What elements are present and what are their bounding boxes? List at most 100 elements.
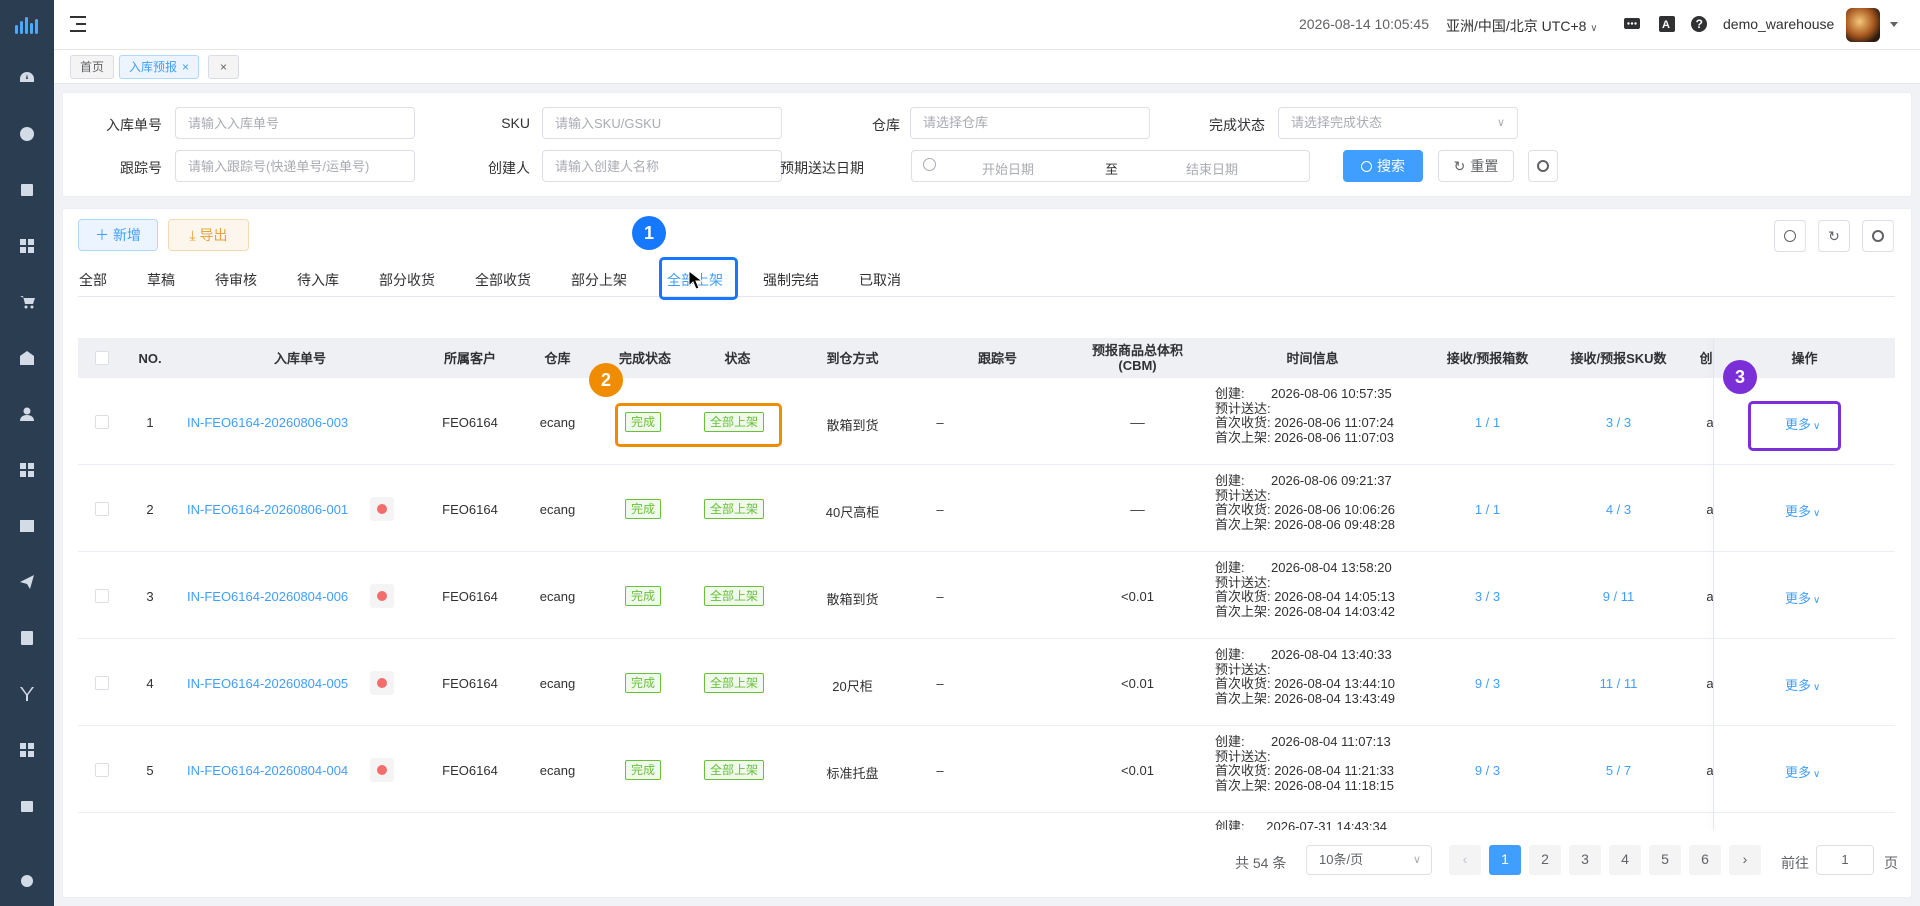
table-refresh-button[interactable]: ↻ — [1818, 220, 1850, 252]
sku-input[interactable] — [542, 107, 782, 139]
tab-partial-received[interactable]: 部分收货 — [379, 270, 435, 290]
row-boxes[interactable]: 1 / 1 — [1425, 415, 1550, 430]
page-size-select[interactable]: 10条/页 ∨ — [1306, 845, 1432, 875]
inbound-no-link[interactable]: IN-FEO6164-20260804-004 — [187, 763, 348, 778]
dashboard-icon[interactable] — [18, 69, 36, 87]
warning-icon[interactable] — [370, 757, 394, 782]
tab-partial-shelved[interactable]: 部分上架 — [571, 270, 627, 290]
page-button[interactable]: 5 — [1649, 845, 1681, 875]
more-actions-dropdown[interactable]: 更多 ∨ — [1785, 588, 1820, 607]
row-boxes[interactable]: 3 / 3 — [1425, 589, 1550, 604]
document-icon[interactable] — [18, 181, 36, 199]
warehouse-icon[interactable] — [18, 349, 36, 367]
warning-icon[interactable] — [370, 583, 394, 608]
settings-gear-icon[interactable] — [18, 872, 36, 890]
completion-select[interactable]: 请选择完成状态 ∨ — [1278, 107, 1518, 139]
warning-icon[interactable] — [370, 670, 394, 695]
creator-input[interactable] — [542, 150, 782, 182]
row-boxes[interactable]: 1 / 1 — [1425, 502, 1550, 517]
more-actions-dropdown[interactable]: 更多 ∨ — [1785, 675, 1820, 694]
table-icon[interactable] — [18, 517, 36, 535]
grid-icon[interactable] — [18, 461, 36, 479]
tag-inbound-forecast[interactable]: 入库预报 × — [119, 55, 200, 79]
row-skus[interactable]: 9 / 11 — [1556, 589, 1681, 604]
row-skus[interactable]: 11 / 11 — [1556, 676, 1681, 691]
tab-all[interactable]: 全部 — [79, 270, 107, 290]
time-first-recv: 2026-08-06 11:07:24 — [1274, 415, 1394, 430]
filter-settings-button[interactable] — [1528, 150, 1558, 182]
row-checkbox[interactable] — [95, 675, 109, 690]
row-checkbox[interactable] — [95, 501, 109, 516]
row-skus[interactable]: 5 / 7 — [1556, 763, 1681, 778]
export-button-label: 导出 — [199, 227, 228, 243]
page-button[interactable]: 6 — [1689, 845, 1721, 875]
gear-icon — [1872, 230, 1884, 242]
inbound-no-link[interactable]: IN-FEO6164-20260806-001 — [187, 502, 348, 517]
select-all-checkbox[interactable] — [95, 351, 109, 365]
close-icon[interactable]: × — [182, 60, 189, 74]
apps-icon[interactable] — [18, 237, 36, 255]
tab-pending-review[interactable]: 待审核 — [215, 270, 257, 290]
tracking-input[interactable] — [175, 150, 415, 182]
main-panel — [62, 208, 1912, 898]
help-icon[interactable]: ? — [1690, 15, 1708, 33]
tab-all-received[interactable]: 全部收货 — [475, 270, 531, 290]
report-icon[interactable] — [18, 629, 36, 647]
more-actions-dropdown[interactable]: 更多 ∨ — [1785, 762, 1820, 781]
prev-page-button[interactable]: ‹ — [1449, 845, 1481, 875]
row-boxes[interactable]: 9 / 3 — [1425, 763, 1550, 778]
yen-icon[interactable] — [18, 685, 36, 703]
message-icon[interactable] — [1623, 15, 1641, 33]
translate-icon[interactable]: A — [1658, 15, 1676, 33]
tab-force-closed[interactable]: 强制完结 — [763, 270, 819, 290]
inbound-no-link[interactable]: IN-FEO6164-20260804-006 — [187, 589, 348, 604]
warning-icon[interactable] — [370, 496, 394, 521]
goto-page-input[interactable]: 1 — [1816, 845, 1874, 875]
inbound-no-input[interactable] — [175, 107, 415, 139]
warehouse-select[interactable]: 请选择仓库 — [910, 107, 1150, 139]
inbound-no-link[interactable]: IN-FEO6164-20260806-003 — [187, 415, 348, 430]
row-skus[interactable]: 3 / 3 — [1556, 415, 1681, 430]
inbound-no-link[interactable]: IN-FEO6164-20260804-005 — [187, 676, 348, 691]
username[interactable]: demo_warehouse — [1723, 16, 1834, 32]
page-button[interactable]: 1 — [1489, 845, 1521, 875]
table-settings-button[interactable] — [1862, 220, 1894, 252]
row-skus[interactable]: 4 / 3 — [1556, 502, 1681, 517]
tag-home[interactable]: 首页 — [70, 55, 115, 79]
ops-column-divider — [1713, 338, 1714, 830]
row-checkbox[interactable] — [95, 588, 109, 603]
globe-icon[interactable] — [18, 125, 36, 143]
next-page-button[interactable]: › — [1729, 845, 1761, 875]
page-button[interactable]: 2 — [1529, 845, 1561, 875]
tab-pending-inbound[interactable]: 待入库 — [297, 270, 339, 290]
more-actions-dropdown[interactable]: 更多 ∨ — [1785, 501, 1820, 520]
export-button[interactable]: ⤓ 导出 — [168, 219, 249, 251]
table-search-button[interactable] — [1774, 220, 1806, 252]
modules-icon[interactable] — [18, 741, 36, 759]
timezone-selector[interactable]: 亚洲/中国/北京 UTC+8 ∨ — [1446, 16, 1598, 36]
page-button[interactable]: 3 — [1569, 845, 1601, 875]
reset-button[interactable]: ↻ 重置 — [1438, 150, 1514, 182]
eta-start-placeholder[interactable]: 开始日期 — [982, 159, 1034, 178]
search-button[interactable]: 搜索 — [1343, 150, 1423, 182]
user-icon[interactable] — [18, 405, 36, 423]
row-checkbox[interactable] — [95, 762, 109, 777]
row-boxes[interactable]: 9 / 3 — [1425, 676, 1550, 691]
partial-row-time: 创建: 2026-07-31 14:43:34 — [1215, 820, 1387, 830]
menu-toggle-icon[interactable] — [70, 16, 88, 32]
tab-draft[interactable]: 草稿 — [147, 270, 175, 290]
cart-icon[interactable] — [18, 293, 36, 311]
status-badge: 全部上架 — [704, 498, 765, 519]
row-checkbox[interactable] — [95, 414, 109, 429]
eta-end-placeholder[interactable]: 结束日期 — [1186, 159, 1238, 178]
add-button[interactable]: ＋ 新增 — [78, 219, 158, 251]
user-menu-caret-icon[interactable] — [1890, 22, 1898, 27]
store-icon[interactable] — [18, 797, 36, 815]
send-icon[interactable] — [18, 573, 36, 591]
close-all-tags-button[interactable]: × — [208, 55, 239, 79]
eta-date-range[interactable]: 开始日期 至 结束日期 — [911, 150, 1310, 182]
avatar[interactable] — [1846, 8, 1880, 42]
row-no: 1 — [146, 414, 154, 430]
tab-cancelled[interactable]: 已取消 — [859, 270, 901, 290]
page-button[interactable]: 4 — [1609, 845, 1641, 875]
